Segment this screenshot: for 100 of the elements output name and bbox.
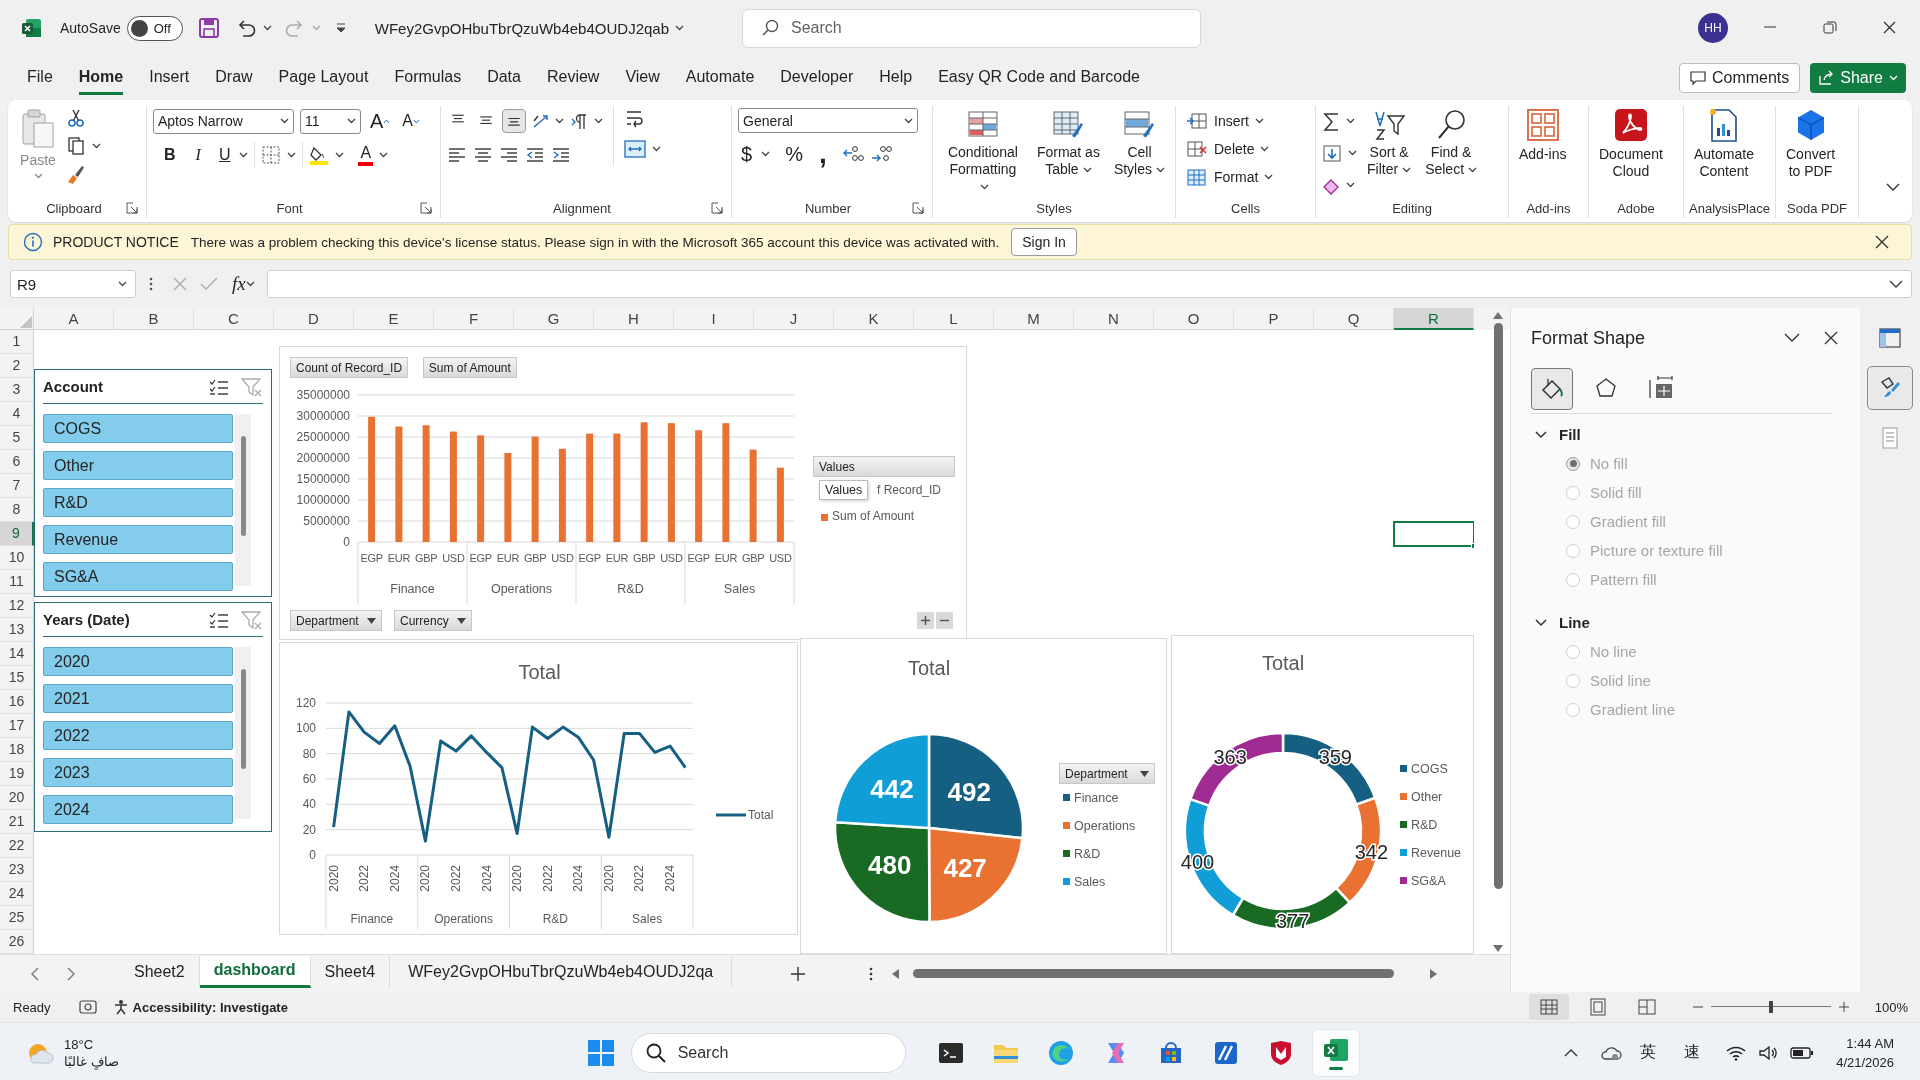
slicer-item[interactable]: 2024 — [43, 795, 233, 824]
scissors-icon[interactable] — [66, 108, 86, 128]
ribbon-tab[interactable]: Page Layout — [278, 61, 369, 95]
legend-field-button[interactable]: Department — [1059, 763, 1155, 784]
field-button[interactable]: Sum of Amount — [422, 357, 517, 378]
paragraph-icon[interactable] — [570, 112, 588, 130]
sheet-tab[interactable]: Sheet2 — [120, 955, 200, 988]
user-avatar[interactable]: HH — [1698, 13, 1728, 43]
row-header[interactable]: 9 — [0, 522, 34, 546]
ribbon-button[interactable]: Automate Content — [1690, 106, 1758, 182]
caret-icon[interactable] — [675, 25, 684, 31]
expand-field-icon[interactable] — [917, 612, 934, 629]
battery-icon[interactable] — [1790, 1045, 1815, 1060]
caret-icon[interactable] — [1156, 167, 1165, 174]
chevron-down-icon[interactable] — [1784, 333, 1800, 343]
ribbon-button[interactable]: Cell Styles — [1109, 106, 1169, 180]
ribbon-tab[interactable]: Data — [487, 61, 521, 95]
column-header[interactable]: J — [754, 308, 834, 330]
caret-icon[interactable] — [1264, 174, 1274, 180]
caret-icon[interactable] — [239, 152, 249, 158]
ribbon-button[interactable]: Delete — [1182, 136, 1278, 162]
scrollbar[interactable] — [235, 647, 251, 819]
caret-icon[interactable] — [761, 151, 771, 157]
comments-button[interactable]: Comments — [1678, 63, 1801, 93]
field-button[interactable]: Department — [290, 610, 382, 631]
column-header[interactable]: O — [1154, 308, 1234, 330]
paste-button[interactable]: Paste — [16, 106, 60, 181]
slicer-item[interactable]: 2022 — [43, 721, 233, 750]
column-header[interactable]: N — [1074, 308, 1154, 330]
ribbon-tab[interactable]: View — [625, 61, 660, 95]
ribbon-tab[interactable]: Review — [546, 61, 600, 95]
wifi-icon[interactable] — [1726, 1044, 1747, 1061]
ribbon-button[interactable]: Sort & Filter — [1363, 106, 1416, 180]
caret-icon[interactable] — [555, 118, 564, 124]
column-header[interactable]: B — [114, 308, 194, 330]
caret-icon[interactable] — [652, 146, 661, 152]
slicer-item[interactable]: Other — [43, 451, 233, 480]
font-name-field[interactable]: Aptos Narrow — [153, 108, 294, 134]
more-icon[interactable] — [148, 275, 154, 293]
ribbon-button[interactable]: Format — [1182, 164, 1278, 190]
sheet-tab[interactable]: WFey2GvpOHbuTbrQzuWb4eb4OUDJ2qa — [390, 955, 733, 988]
ribbon-button[interactable]: Insert — [1182, 108, 1278, 134]
bold-button[interactable]: B — [161, 142, 179, 168]
caret-icon[interactable] — [118, 281, 127, 287]
caret-icon[interactable] — [1255, 118, 1264, 124]
sheet-tab[interactable]: Sheet4 — [310, 955, 391, 988]
pane-tab[interactable] — [1531, 367, 1573, 410]
start-icon[interactable] — [586, 1038, 615, 1067]
zoom-level[interactable]: 100% — [1874, 999, 1908, 1015]
slicer-item[interactable]: Revenue — [43, 525, 233, 554]
column-header[interactable]: G — [514, 308, 594, 330]
ribbon-button[interactable]: Document Cloud — [1595, 106, 1667, 182]
ribbon-tab[interactable]: Easy QR Code and Barcode — [938, 61, 1140, 95]
multi-select-icon[interactable] — [209, 377, 229, 396]
zoom-in-icon[interactable] — [1838, 1002, 1849, 1012]
ribbon-button[interactable]: Format as Table — [1032, 106, 1104, 180]
accessibility-icon[interactable] — [112, 999, 129, 1015]
field-button[interactable]: Count of Record_ID — [290, 357, 409, 378]
caret-icon[interactable] — [347, 118, 356, 124]
section-header[interactable]: Fill — [1535, 426, 1581, 443]
check-icon[interactable] — [200, 276, 218, 292]
align-center-icon[interactable] — [473, 145, 493, 165]
autosave-toggle[interactable]: Off — [126, 15, 183, 41]
ribbon-tab[interactable]: Developer — [780, 61, 854, 95]
borders-icon[interactable] — [261, 145, 282, 165]
macro-record-icon[interactable] — [78, 999, 97, 1015]
active-cell[interactable] — [1393, 521, 1474, 547]
side-panel-button[interactable] — [1867, 366, 1913, 410]
align-left-icon[interactable] — [447, 145, 467, 165]
restore-icon[interactable] — [1823, 21, 1837, 35]
caret-icon[interactable] — [92, 143, 101, 149]
wrap-text-icon[interactable] — [624, 108, 644, 128]
zoom-slider[interactable] — [1710, 1001, 1831, 1013]
caret-icon[interactable] — [1468, 167, 1478, 174]
slicer-item[interactable]: 2023 — [43, 758, 233, 787]
fill-color-icon[interactable] — [309, 144, 330, 166]
ribbon-tab[interactable]: Help — [879, 61, 913, 95]
scroll-up-icon[interactable] — [1493, 312, 1503, 319]
slicer-item[interactable]: 2021 — [43, 684, 233, 713]
dialog-launcher-icon[interactable] — [420, 202, 432, 214]
scroll-down-icon[interactable] — [1493, 945, 1503, 952]
share-button[interactable]: Share — [1810, 63, 1906, 93]
caret-icon[interactable] — [280, 118, 289, 124]
section-header[interactable]: Line — [1535, 614, 1590, 631]
copy-icon[interactable] — [66, 136, 86, 156]
caret-icon[interactable] — [262, 25, 272, 31]
caret-icon[interactable] — [287, 152, 297, 158]
column-header[interactable]: D — [274, 308, 354, 330]
caret-icon[interactable] — [1260, 146, 1270, 152]
caret-icon[interactable] — [1082, 167, 1092, 174]
dialog-launcher-icon[interactable] — [126, 202, 138, 214]
ribbon-button[interactable]: Convert to PDF — [1782, 106, 1840, 182]
brush-icon[interactable] — [66, 164, 86, 184]
name-box[interactable]: R9 — [10, 270, 136, 298]
caret-icon[interactable] — [1346, 118, 1355, 124]
field-button[interactable]: Currency — [394, 610, 472, 631]
collapse-field-icon[interactable] — [936, 612, 953, 629]
slicer-item[interactable]: SG&A — [43, 562, 233, 591]
collapse-ribbon-icon[interactable] — [1886, 183, 1900, 192]
function-button[interactable]: fx — [232, 273, 246, 295]
